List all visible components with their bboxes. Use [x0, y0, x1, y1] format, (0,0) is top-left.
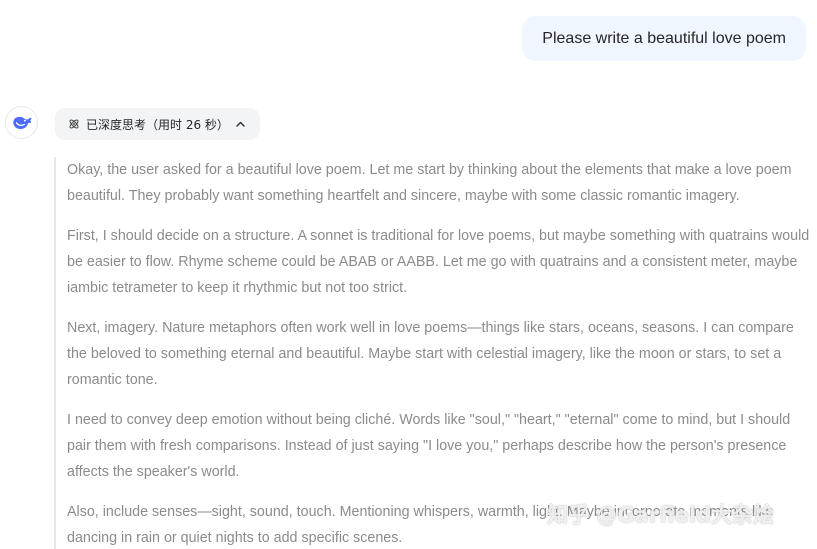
user-message-bubble: Please write a beautiful love poem: [522, 16, 806, 61]
thinking-toggle-label: 已深度思考（用时 26 秒）: [86, 117, 229, 132]
atom-icon: [68, 118, 80, 130]
thinking-paragraph: I need to convey deep emotion without be…: [67, 412, 791, 480]
chevron-up-icon: [235, 119, 246, 130]
thinking-paragraph: Okay, the user asked for a beautiful lov…: [67, 162, 792, 204]
thinking-paragraph: First, I should decide on a structure. A…: [67, 228, 810, 296]
thinking-paragraph: Also, include senses—sight, sound, touch…: [67, 504, 774, 546]
user-message-text: Please write a beautiful love poem: [542, 29, 786, 47]
deepseek-whale-icon: [12, 116, 31, 129]
thinking-paragraph: Next, imagery. Nature metaphors often wo…: [67, 320, 794, 388]
assistant-avatar: [5, 106, 38, 139]
chat-page: Please write a beautiful love poem 已深度思考…: [0, 0, 817, 549]
thinking-toggle-button[interactable]: 已深度思考（用时 26 秒）: [55, 108, 260, 140]
thinking-content: Okay, the user asked for a beautiful lov…: [54, 157, 817, 549]
